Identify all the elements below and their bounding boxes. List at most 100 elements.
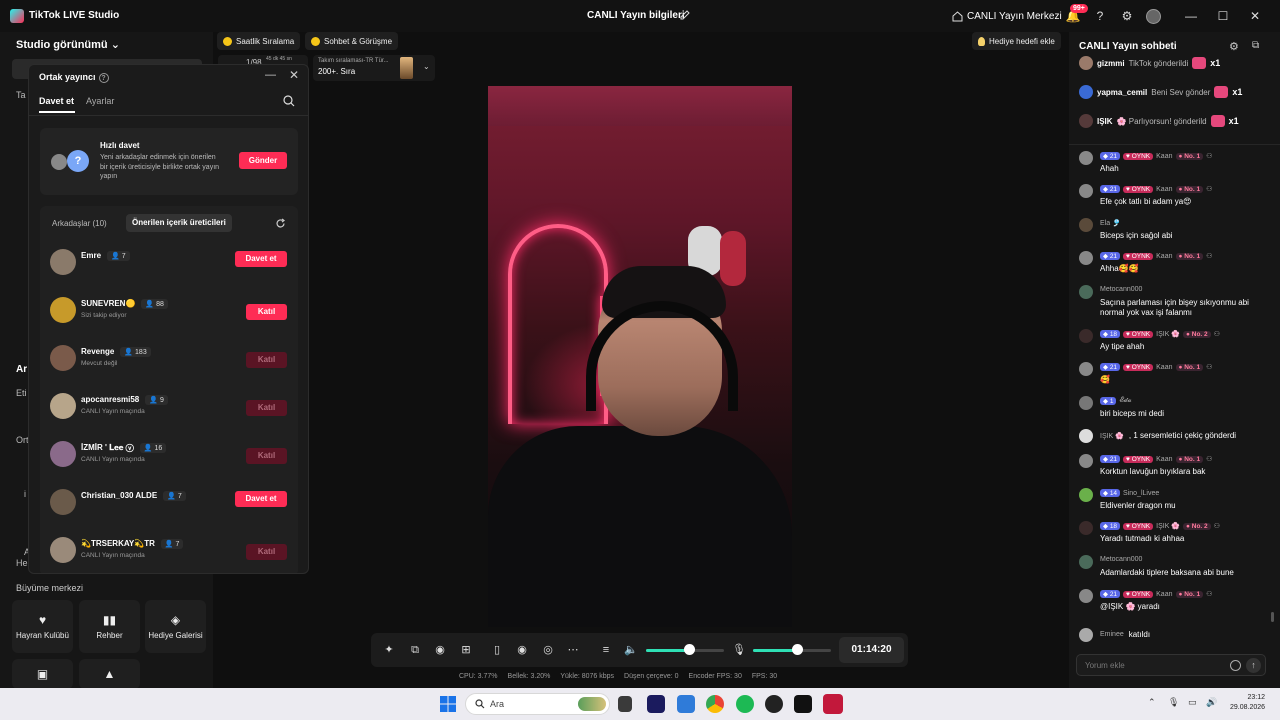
mic-tray-icon[interactable]: 🎙	[1168, 697, 1179, 708]
invite-button[interactable]: Davet et	[235, 251, 287, 267]
avatar[interactable]	[1079, 396, 1093, 410]
minimize-icon[interactable]: —	[1183, 8, 1199, 24]
chat-username[interactable]: Kaan	[1156, 591, 1172, 598]
scrollbar[interactable]	[1271, 612, 1274, 622]
refresh-icon[interactable]	[275, 218, 286, 229]
avatar[interactable]	[1079, 285, 1093, 299]
speaker-icon[interactable]: 🔈	[623, 642, 639, 658]
mail-icon[interactable]	[677, 695, 695, 713]
emoji-icon[interactable]	[1230, 660, 1241, 671]
mic-icon[interactable]: 🎙	[731, 642, 747, 658]
app-icon[interactable]	[765, 695, 783, 713]
join-button[interactable]: Katıl	[246, 304, 287, 320]
chat-username[interactable]: Sino_lLivee	[1123, 490, 1159, 497]
maximize-icon[interactable]: ☐	[1215, 8, 1231, 24]
chat-username[interactable]: 𝓔𝓭𝓪	[1119, 397, 1131, 405]
avatar[interactable]	[50, 297, 76, 323]
chat-username[interactable]: Ela 🎐	[1100, 219, 1121, 227]
record-icon[interactable]: ◉	[514, 642, 530, 658]
gift-user[interactable]: gizmmi	[1097, 59, 1125, 68]
popout-icon[interactable]: ⧉	[1252, 40, 1259, 51]
chat-username[interactable]: Kaan	[1156, 153, 1172, 160]
avatar[interactable]	[1079, 56, 1093, 70]
avatar[interactable]	[1079, 151, 1093, 165]
minimize-icon[interactable]: —	[265, 69, 276, 81]
avatar[interactable]	[1079, 218, 1093, 232]
avatar[interactable]	[50, 345, 76, 371]
chevron-up-icon[interactable]: ⌃	[1148, 697, 1156, 708]
hourly-ranking-button[interactable]: Saatlik Sıralama	[217, 32, 301, 50]
avatar[interactable]	[1079, 589, 1093, 603]
gift-user[interactable]: IŞIK	[1097, 117, 1113, 126]
help-icon[interactable]: ?	[98, 73, 109, 83]
add-source-icon[interactable]: ⊞	[458, 642, 474, 658]
avatar[interactable]	[1079, 114, 1093, 128]
avatar[interactable]	[50, 249, 76, 275]
live-info-button[interactable]: CANLI Yayın bilgileri	[587, 10, 685, 21]
chat-username[interactable]: Metocann000	[1100, 286, 1142, 293]
edit-icon[interactable]	[679, 9, 691, 21]
close-icon[interactable]: ✕	[1247, 8, 1263, 24]
windows-start-icon[interactable]	[440, 696, 456, 712]
avatar[interactable]	[50, 441, 76, 467]
avatar[interactable]	[1079, 429, 1093, 443]
avatar[interactable]	[50, 537, 76, 563]
camera-icon[interactable]: ◉	[432, 642, 448, 658]
comment-input[interactable]	[1085, 658, 1225, 673]
phone-icon[interactable]: ▯	[489, 642, 505, 658]
join-button[interactable]: Katıl	[246, 544, 287, 560]
help-icon[interactable]: ?	[1092, 8, 1108, 24]
effects-icon[interactable]: ⧉	[407, 642, 423, 658]
gear-icon[interactable]: ⚙	[1229, 40, 1239, 53]
avatar[interactable]	[50, 489, 76, 515]
avatar[interactable]	[1079, 329, 1093, 343]
tab-friends[interactable]: Arkadaşlar (10)	[52, 219, 107, 228]
gift-user[interactable]: yapma_cemil	[1097, 88, 1147, 97]
stream-icon[interactable]: ◎	[540, 642, 556, 658]
join-button[interactable]: Katıl	[246, 400, 287, 416]
fan-club-tile[interactable]: ♥ Hayran Kulübü	[12, 600, 73, 653]
chat-username[interactable]: Kaan	[1156, 364, 1172, 371]
tab-suggested[interactable]: Önerilen içerik üreticileri	[126, 214, 232, 232]
mixer-icon[interactable]: ≡	[598, 642, 614, 658]
chat-username[interactable]: Metocann000	[1100, 556, 1142, 563]
chat-username[interactable]: Kaan	[1156, 186, 1172, 193]
spotify-icon[interactable]	[736, 695, 754, 713]
search-icon[interactable]	[283, 95, 295, 107]
avatar[interactable]	[1146, 9, 1161, 24]
avatar[interactable]	[1079, 521, 1093, 535]
chat-username[interactable]: IŞIK 🌸	[1156, 522, 1180, 530]
after-effects-icon[interactable]	[647, 695, 665, 713]
send-button[interactable]: Gönder	[239, 152, 287, 169]
avatar[interactable]	[1079, 251, 1093, 265]
tiktok-live-studio-icon[interactable]	[823, 694, 843, 714]
chat-username[interactable]: IŞIK 🌸	[1156, 330, 1180, 338]
clock[interactable]: 23:12 29.08.2026	[1230, 693, 1265, 713]
avatar[interactable]	[1079, 85, 1093, 99]
avatar[interactable]	[1079, 454, 1093, 468]
join-button[interactable]: Katıl	[246, 448, 287, 464]
avatar[interactable]	[1079, 555, 1093, 569]
avatar[interactable]	[1079, 184, 1093, 198]
chat-username[interactable]: IŞIK 🌸	[1100, 432, 1124, 440]
tile-4[interactable]: ▣	[12, 659, 73, 689]
chat-username[interactable]: Kaan	[1156, 456, 1172, 463]
chat-username[interactable]: Eminee	[1100, 631, 1124, 638]
avatar[interactable]	[50, 393, 76, 419]
file-app-icon[interactable]	[618, 696, 632, 712]
tiktok-icon[interactable]	[794, 695, 812, 713]
chat-username[interactable]: Kaan	[1156, 253, 1172, 260]
tab-invite[interactable]: Davet et	[39, 96, 74, 106]
live-center-button[interactable]: CANLI Yayın Merkezi	[952, 7, 1062, 25]
team-ranking-box[interactable]: Takım sıralaması-TR Tür... 200+. Sıra ⌄	[313, 55, 435, 81]
close-icon[interactable]: ✕	[289, 68, 299, 82]
chrome-icon[interactable]	[706, 695, 724, 713]
studio-view-dropdown[interactable]: Studio görünümü ⌄	[16, 38, 120, 51]
invite-button[interactable]: Davet et	[235, 491, 287, 507]
more-icon[interactable]: ⋯	[565, 642, 581, 658]
gift-gallery-tile[interactable]: ◈ Hediye Galerisi	[145, 600, 206, 653]
tab-settings[interactable]: Ayarlar	[86, 96, 114, 106]
join-button[interactable]: Katıl	[246, 352, 287, 368]
gear-icon[interactable]: ⚙	[1119, 8, 1135, 24]
chat-meet-button[interactable]: Sohbet & Görüşme	[305, 32, 399, 50]
